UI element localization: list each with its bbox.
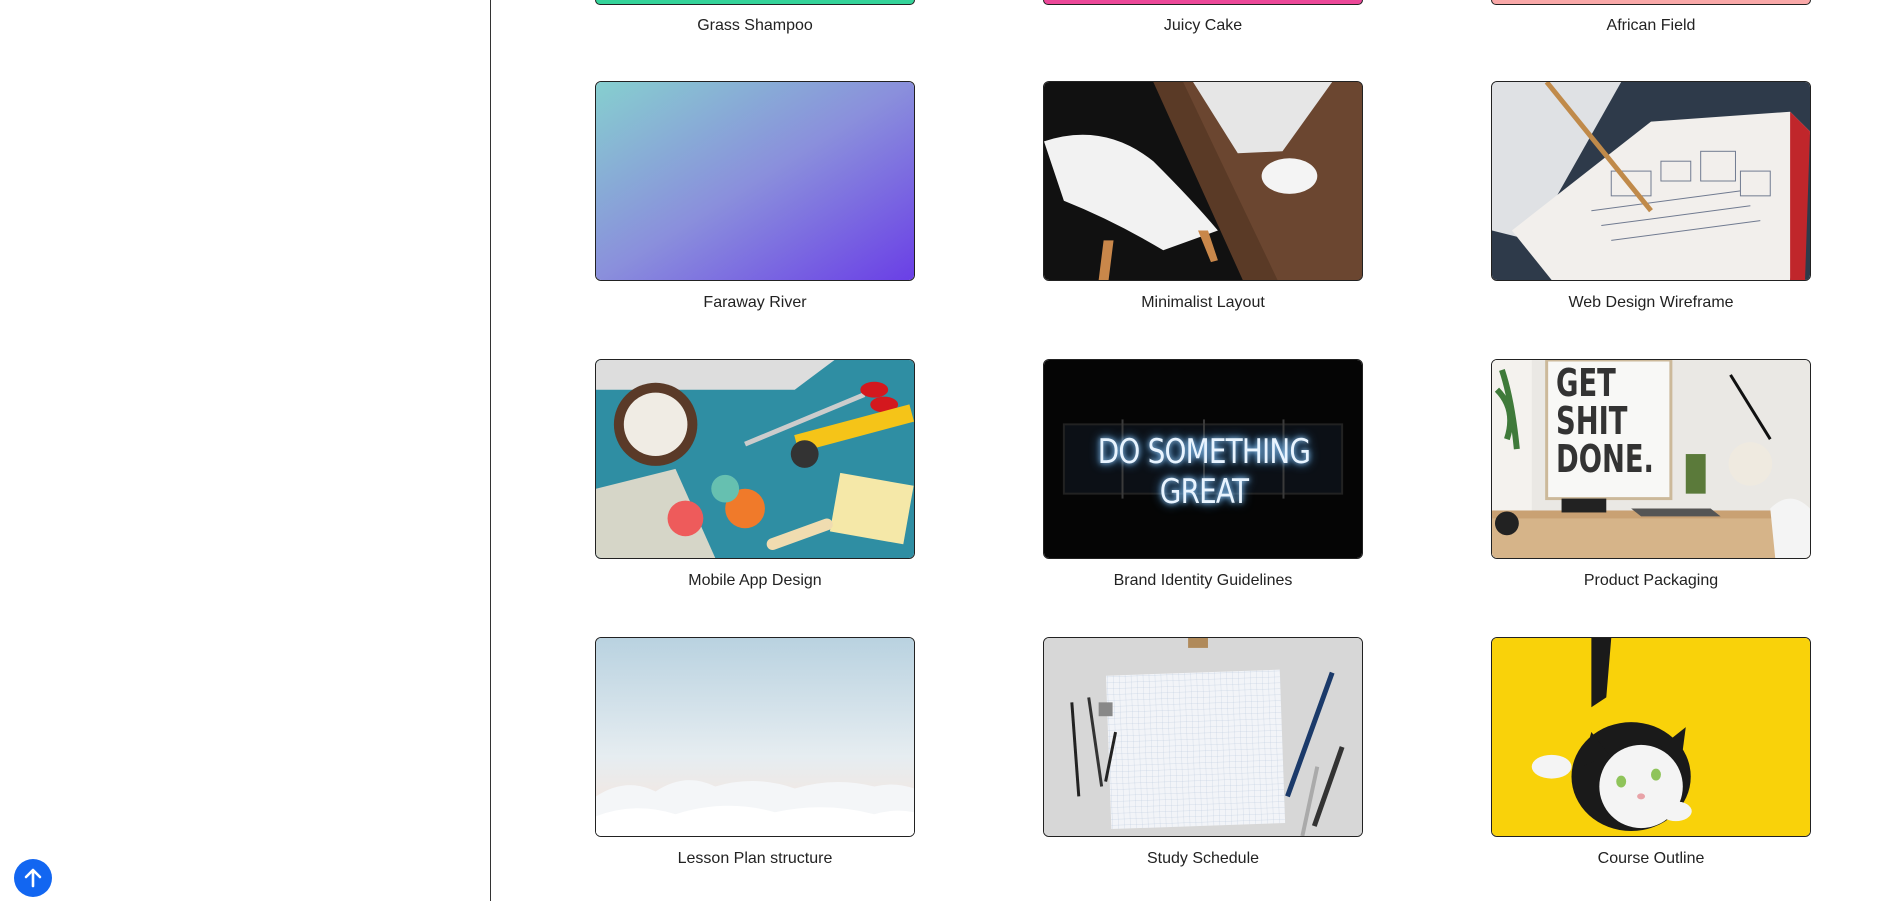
card-title: African Field bbox=[1606, 17, 1696, 34]
card-thumbnail-partial-3[interactable] bbox=[1491, 0, 1811, 5]
card-title: Lesson Plan structure bbox=[677, 850, 833, 867]
card-thumbnail[interactable] bbox=[1491, 81, 1811, 281]
poster-line: GET bbox=[1556, 361, 1616, 405]
card-thumbnail[interactable] bbox=[595, 81, 915, 281]
card-thumbnail-partial-1[interactable] bbox=[595, 0, 915, 5]
card-title: Course Outline bbox=[1597, 850, 1705, 867]
card-brand-identity-guidelines: DO SOMETHING GREAT Brand Identity Guidel… bbox=[1043, 359, 1363, 590]
card-title: Minimalist Layout bbox=[1141, 294, 1265, 311]
desk-photo-image bbox=[1044, 82, 1362, 280]
card-title: Product Packaging bbox=[1583, 572, 1719, 589]
arrow-up-icon bbox=[24, 868, 42, 888]
card-thumbnail[interactable] bbox=[1043, 81, 1363, 281]
card-title: Web Design Wireframe bbox=[1568, 294, 1734, 311]
card-thumbnail[interactable] bbox=[595, 637, 915, 837]
grid-paper-photo-image bbox=[1044, 638, 1362, 836]
scroll-to-top-button[interactable] bbox=[14, 859, 52, 897]
poster-line: DONE. bbox=[1556, 437, 1654, 481]
clouds-photo-image bbox=[596, 638, 914, 836]
gallery-main: Grass Shampoo Juicy Cake African Field F… bbox=[492, 0, 1901, 901]
card-title: Study Schedule bbox=[1146, 850, 1260, 867]
card-thumbnail[interactable] bbox=[595, 359, 915, 559]
craft-tools-photo-image bbox=[596, 360, 914, 558]
card-faraway-river: Faraway River bbox=[595, 81, 915, 312]
card-thumbnail[interactable]: DO SOMETHING GREAT bbox=[1043, 359, 1363, 559]
card-title: Juicy Cake bbox=[1163, 17, 1243, 34]
card-thumbnail-partial-2[interactable] bbox=[1043, 0, 1363, 5]
card-thumbnail[interactable]: GET SHIT DONE. bbox=[1491, 359, 1811, 559]
card-title: Faraway River bbox=[703, 294, 807, 311]
card-thumbnail[interactable] bbox=[1491, 637, 1811, 837]
card-lesson-plan-structure: Lesson Plan structure bbox=[595, 637, 915, 868]
card-minimalist-layout: Minimalist Layout bbox=[1043, 81, 1363, 312]
card-thumbnail[interactable] bbox=[1043, 637, 1363, 837]
sidebar bbox=[0, 0, 491, 901]
card-product-packaging: GET SHIT DONE. Product Packaging bbox=[1491, 359, 1811, 590]
card-web-design-wireframe: Web Design Wireframe bbox=[1491, 81, 1811, 312]
card-title: Grass Shampoo bbox=[697, 17, 813, 34]
card-title: Mobile App Design bbox=[688, 572, 822, 589]
card-study-schedule: Study Schedule bbox=[1043, 637, 1363, 868]
card-mobile-app-design: Mobile App Design bbox=[595, 359, 915, 590]
card-title: Brand Identity Guidelines bbox=[1113, 572, 1293, 589]
neon-sign-text: DO SOMETHING GREAT bbox=[1097, 432, 1311, 512]
gradient-image bbox=[596, 82, 914, 280]
card-course-outline: Course Outline bbox=[1491, 637, 1811, 868]
cat-photo-image bbox=[1492, 638, 1810, 836]
poster-text: GET SHIT DONE. bbox=[1556, 364, 1654, 478]
sketchbook-photo-image bbox=[1492, 82, 1810, 280]
poster-line: SHIT bbox=[1556, 399, 1628, 443]
